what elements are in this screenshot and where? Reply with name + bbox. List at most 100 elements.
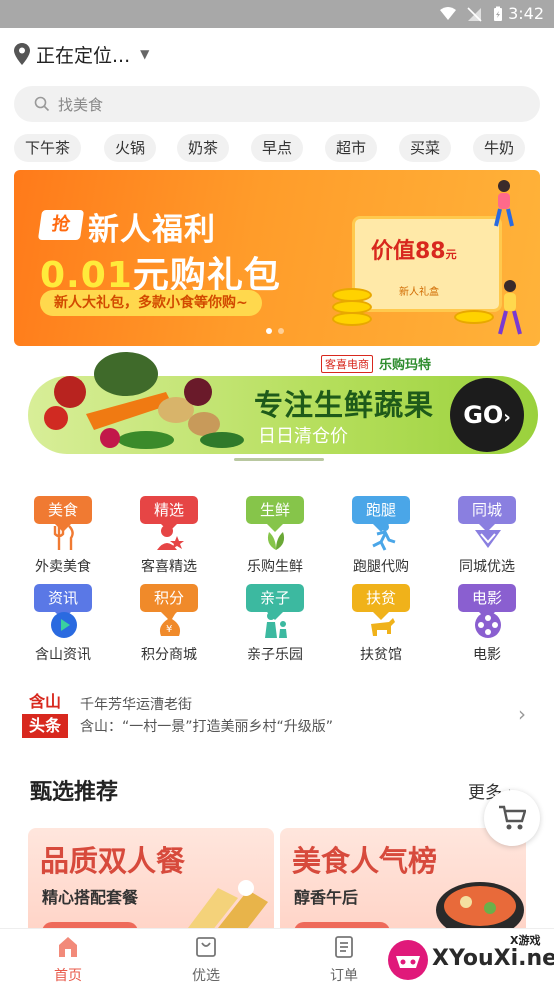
chip-breakfast[interactable]: 早点 <box>251 134 304 162</box>
news-line-1: 千年芳华运漕老街 <box>80 697 192 713</box>
fresh-headline: 专注生鲜蔬果 <box>254 388 435 422</box>
runner-icon <box>372 523 396 551</box>
family-icon <box>265 612 287 638</box>
location-text: 正在定位... <box>36 44 131 67</box>
person-figure-icon <box>494 180 514 227</box>
watermark: XYouXi.net X游戏 <box>386 932 554 986</box>
category-label: 电影 <box>473 647 501 663</box>
category-errand[interactable]: 跑腿 跑腿代购 <box>338 496 428 576</box>
fresh-subline: 日日清仓价 <box>258 426 348 447</box>
category-movie[interactable]: 电影 电影 <box>444 584 534 664</box>
chip-hotpot[interactable]: 火锅 <box>104 134 157 162</box>
battery-icon <box>494 6 502 21</box>
headline-logo-bottom: 头条 <box>22 714 68 738</box>
promo-subtitle: 精心搭配套餐 <box>42 888 139 907</box>
film-reel-icon <box>475 612 501 638</box>
category-badge: 亲子 <box>246 584 304 620</box>
category-fresh[interactable]: 生鲜 乐购生鲜 <box>232 496 322 576</box>
svg-text:¥: ¥ <box>166 624 172 635</box>
category-news[interactable]: 资讯 含山资讯 <box>20 584 110 664</box>
gift-card-value: 价值88元 <box>371 239 457 264</box>
carousel-dots <box>266 328 284 334</box>
tab-selected[interactable]: 优选 <box>166 933 246 986</box>
tab-label: 首页 <box>54 968 82 984</box>
promo-title: 品质双人餐 <box>40 844 186 878</box>
category-label: 乐购生鲜 <box>247 559 303 575</box>
star-person-icon <box>157 525 184 550</box>
cart-icon <box>499 805 526 830</box>
category-food[interactable]: 美食 外卖美食 <box>20 496 110 576</box>
home-icon <box>59 937 77 957</box>
tab-home[interactable]: 首页 <box>28 933 108 986</box>
vegetable-icon <box>267 532 285 550</box>
category-local[interactable]: 同城 同城优选 <box>444 496 534 576</box>
status-bar: 3:42 <box>0 0 554 28</box>
category-badge: 电影 <box>458 584 516 620</box>
vegetables-image <box>44 352 244 449</box>
money-bag-icon: ¥ <box>159 614 181 636</box>
category-family[interactable]: 亲子 亲子乐园 <box>232 584 322 664</box>
category-badge: 精选 <box>140 496 198 532</box>
chip-supermarket[interactable]: 超市 <box>325 134 378 162</box>
order-icon <box>335 936 353 958</box>
gamepad-icon <box>388 940 428 980</box>
location-pin-icon <box>14 43 30 65</box>
gift-card-sub: 新人礼盒 <box>399 287 439 298</box>
category-badge: 生鲜 <box>246 496 304 532</box>
category-grid: 美食 外卖美食 精选 客喜精选 生鲜 乐购生鲜 跑腿 跑腿代购 同城 同城优选 … <box>0 496 554 666</box>
tab-label: 订单 <box>330 968 358 984</box>
category-label: 含山资讯 <box>35 647 91 663</box>
brand-logos: 客喜电商 乐购玛特 <box>321 354 431 373</box>
category-selection[interactable]: 精选 客喜精选 <box>126 496 216 576</box>
fresh-banner[interactable]: 客喜电商 乐购玛特 专注生鲜蔬果 日日清仓价 GO› <box>14 352 540 464</box>
brand-left: 客喜电商 <box>321 354 373 373</box>
promo-card-double-meal[interactable]: 品质双人餐 精心搭配套餐 <box>28 828 274 938</box>
chevron-down-icon: ▼ <box>140 47 150 61</box>
category-badge: 跑腿 <box>352 496 410 532</box>
gift-card-image: 价值88元 新人礼盒 <box>352 216 502 312</box>
promo-banner[interactable]: 抢 新人福利 0.01元购礼包 新人大礼包，多款小食等你购~ 价值88元 新人礼… <box>14 170 540 346</box>
chip-milk-tea[interactable]: 奶茶 <box>177 134 230 162</box>
tab-label: 优选 <box>192 968 220 984</box>
category-badge: 积分 <box>140 584 198 620</box>
cart-button[interactable] <box>484 790 540 846</box>
banner-subtitle: 新人大礼包，多款小食等你购~ <box>40 290 262 316</box>
ox-icon <box>371 618 395 636</box>
chevron-right-icon: › <box>518 702 526 726</box>
tab-orders[interactable]: 订单 <box>304 933 384 986</box>
bag-icon <box>196 937 216 957</box>
category-poverty-relief[interactable]: 扶贫 扶贫馆 <box>338 584 428 664</box>
wifi-icon <box>440 7 456 20</box>
quick-chips: 下午茶 火锅 奶茶 早点 超市 买菜 牛奶 <box>14 134 544 162</box>
banner-tag: 抢 <box>37 210 85 240</box>
category-badge: 美食 <box>34 496 92 532</box>
news-ticker[interactable]: 含山 头条 千年芳华运漕老街 含山：“一村一景”打造美丽乡村“升级版” › <box>0 688 554 748</box>
diamond-icon <box>475 530 501 548</box>
category-label: 客喜精选 <box>141 559 197 575</box>
category-badge: 扶贫 <box>352 584 410 620</box>
no-signal-icon <box>467 7 482 22</box>
carousel-indicator <box>234 458 324 461</box>
search-bar[interactable]: 找美食 <box>14 86 540 122</box>
coin-icon <box>332 312 372 326</box>
chip-milk[interactable]: 牛奶 <box>473 134 526 162</box>
chip-groceries[interactable]: 买菜 <box>399 134 452 162</box>
watermark-small: X游戏 <box>510 934 541 947</box>
news-line-2: 含山：“一村一景”打造美丽乡村“升级版” <box>80 719 334 735</box>
chevron-right-icon: › <box>503 407 511 428</box>
category-label: 积分商城 <box>141 647 197 663</box>
coin-icon <box>454 310 494 324</box>
category-label: 跑腿代购 <box>353 559 409 575</box>
utensils-icon <box>53 525 74 550</box>
search-placeholder: 找美食 <box>58 95 104 114</box>
promo-title: 美食人气榜 <box>292 844 438 878</box>
banner-title: 新人福利 <box>88 212 216 248</box>
chip-afternoon-tea[interactable]: 下午茶 <box>14 134 82 162</box>
category-label: 亲子乐园 <box>247 647 303 663</box>
promo-card-popular-food[interactable]: 美食人气榜 醇香午后 <box>280 828 526 938</box>
category-badge: 同城 <box>458 496 516 532</box>
category-points[interactable]: 积分 ¥ 积分商城 <box>126 584 216 664</box>
category-label: 扶贫馆 <box>360 647 402 663</box>
location-selector[interactable]: 正在定位... ▼ <box>14 40 149 68</box>
go-button[interactable]: GO› <box>450 378 524 452</box>
